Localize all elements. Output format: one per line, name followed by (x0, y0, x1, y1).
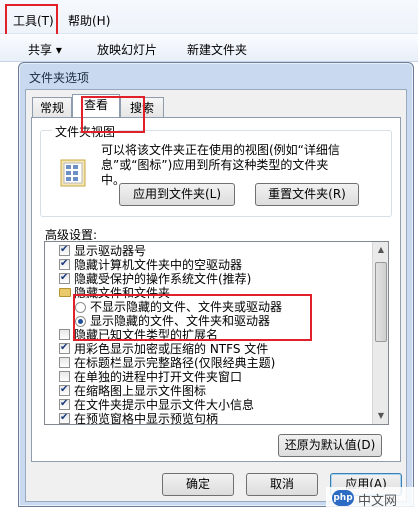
share-button[interactable]: 共享 ▾ (28, 41, 62, 58)
folder-view-icon (60, 159, 86, 187)
scroll-down-icon[interactable]: ▼ (373, 408, 388, 424)
folder-options-dialog: 文件夹选项 常规 查看 搜索 可以将该文件夹正在使用的视图(例如“详细信息”或“… (18, 62, 414, 507)
restore-defaults-button[interactable]: 还原为默认值(D) (278, 434, 382, 457)
highlight-box-tools (5, 4, 58, 37)
new-folder-button[interactable]: 新建文件夹 (187, 41, 247, 58)
apply-to-folders-button[interactable]: 应用到文件夹(L) (119, 183, 235, 206)
checkbox[interactable] (59, 397, 70, 411)
menu-help[interactable]: 帮助(H) (68, 12, 110, 29)
checkbox[interactable] (59, 341, 70, 355)
tab-general[interactable]: 常规 (32, 97, 72, 119)
highlight-box-hidden-files (73, 294, 312, 341)
checkbox[interactable] (59, 357, 70, 368)
checkbox[interactable] (59, 371, 70, 382)
folder-views-description: 可以将该文件夹正在使用的视图(例如“详细信息”或“图标”)应用到所有这种类型的文… (101, 143, 340, 187)
list-scrollbar[interactable]: ▲ ▼ (372, 242, 388, 424)
menu-bar: 工具(T) 帮助(H) (0, 0, 418, 34)
slideshow-button[interactable]: 放映幻灯片 (97, 41, 157, 58)
checkbox[interactable] (59, 411, 70, 424)
folder-views-group: 可以将该文件夹正在使用的视图(例如“详细信息”或“图标”)应用到所有这种类型的文… (40, 130, 392, 217)
highlight-box-view-tab (81, 96, 145, 133)
folder-icon (59, 288, 71, 297)
cancel-button[interactable]: 取消 (246, 473, 318, 496)
command-bar: 共享 ▾ 放映幻灯片 新建文件夹 (0, 34, 418, 62)
scroll-thumb[interactable] (375, 262, 387, 342)
php-logo: php (332, 490, 354, 506)
checkbox[interactable] (59, 243, 70, 257)
reset-folders-button[interactable]: 重置文件夹(R) (255, 183, 359, 206)
view-tab-panel: 可以将该文件夹正在使用的视图(例如“详细信息”或“图标”)应用到所有这种类型的文… (31, 117, 401, 462)
ok-button[interactable]: 确定 (162, 473, 234, 496)
watermark: php 中文网 (326, 487, 418, 509)
checkbox[interactable] (59, 271, 70, 285)
checkbox[interactable] (59, 329, 70, 340)
scroll-up-icon[interactable]: ▲ (373, 242, 388, 258)
dialog-title: 文件夹选项 (29, 71, 90, 85)
checkbox[interactable] (59, 383, 70, 397)
watermark-text: 中文网 (358, 494, 398, 509)
checkbox[interactable] (59, 257, 70, 271)
